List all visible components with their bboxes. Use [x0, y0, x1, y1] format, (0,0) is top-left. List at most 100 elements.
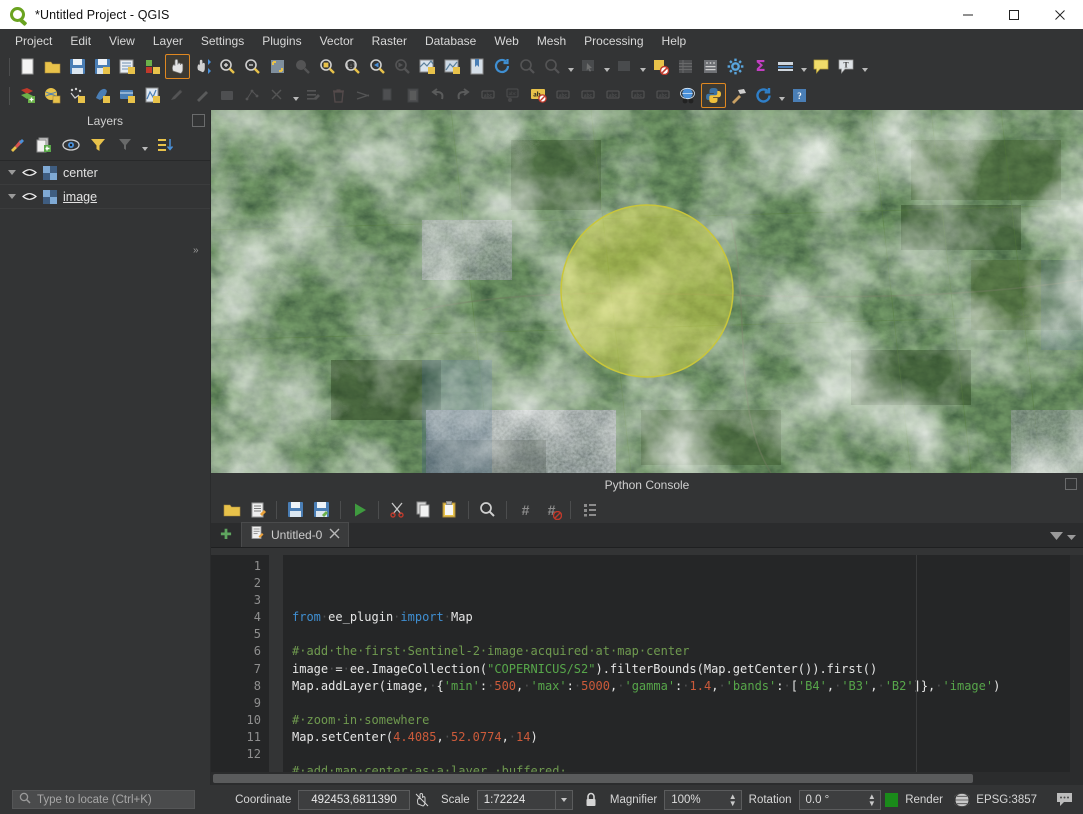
help-contents-icon[interactable]: ? — [787, 83, 812, 108]
filter-legend-dropdown-icon[interactable] — [139, 133, 150, 158]
filter-legend-icon[interactable] — [85, 133, 110, 157]
save-layer-edits-icon[interactable] — [215, 83, 240, 108]
close-tab-icon[interactable] — [329, 526, 340, 544]
pin-labels-icon[interactable]: abc — [501, 83, 526, 108]
code-line[interactable] — [292, 695, 1083, 712]
panel-overflow-icon[interactable]: » — [193, 245, 198, 256]
editor-horizontal-scrollbar[interactable] — [211, 772, 1083, 785]
new-script-editor-icon[interactable] — [245, 497, 270, 522]
data-source-manager-icon[interactable] — [773, 54, 798, 79]
zoom-selection-icon[interactable] — [290, 54, 315, 79]
multi-edit-icon[interactable] — [301, 83, 326, 108]
filter-legend-by-expression-icon[interactable] — [112, 133, 137, 157]
save-project-as-icon[interactable] — [90, 54, 115, 79]
zoom-out-icon[interactable] — [240, 54, 265, 79]
copy-features-icon[interactable] — [376, 83, 401, 108]
map-canvas[interactable] — [211, 110, 1083, 473]
cut-icon[interactable] — [385, 497, 410, 522]
new-project-icon[interactable] — [15, 54, 40, 79]
save-project-icon[interactable] — [65, 54, 90, 79]
add-feature-icon[interactable] — [190, 83, 215, 108]
toggle-extents-icon[interactable] — [414, 791, 430, 808]
menu-settings[interactable]: Settings — [192, 31, 253, 51]
add-postgis-layer-icon[interactable] — [90, 83, 115, 108]
text-annotation-icon[interactable]: T — [834, 54, 859, 79]
menu-web[interactable]: Web — [485, 31, 527, 51]
layer-row-image[interactable]: image — [0, 185, 210, 209]
close-button[interactable] — [1037, 0, 1083, 29]
undo-icon[interactable] — [426, 83, 451, 108]
add-tab-icon[interactable]: ✚ — [211, 522, 241, 547]
visibility-eye-icon[interactable] — [22, 167, 37, 178]
render-checkbox[interactable] — [885, 793, 898, 807]
expand-caret-icon[interactable] — [8, 170, 16, 175]
new-map-view-icon[interactable] — [415, 54, 440, 79]
change-label-icon[interactable]: abc — [601, 83, 626, 108]
add-raster-layer-icon[interactable] — [40, 83, 65, 108]
crs-label[interactable]: EPSG:3857 — [976, 794, 1037, 806]
tab-untitled-0[interactable]: Untitled-0 — [241, 522, 349, 547]
menu-edit[interactable]: Edit — [61, 31, 100, 51]
deselect-features-icon[interactable] — [648, 54, 673, 79]
georeferencer-icon-dropdown-icon[interactable] — [776, 83, 787, 108]
map-tips-icon[interactable] — [809, 54, 834, 79]
code-line[interactable]: Map.addLayer(image,·{'min':·500,·'max':·… — [292, 678, 1083, 695]
zoom-native-icon[interactable]: 1:1 — [340, 54, 365, 79]
crs-globe-icon[interactable] — [954, 791, 970, 808]
copy-icon[interactable] — [411, 497, 436, 522]
menu-view[interactable]: View — [100, 31, 144, 51]
highlight-labels-icon[interactable]: ab — [526, 83, 551, 108]
code-line[interactable]: from·ee_plugin·import·Map — [292, 609, 1083, 626]
scale-value[interactable]: 1:72224 — [477, 790, 556, 810]
menu-processing[interactable]: Processing — [575, 31, 652, 51]
metasearch-icon[interactable] — [676, 83, 701, 108]
tab-list-icon[interactable] — [1049, 529, 1064, 547]
paste-icon[interactable] — [437, 497, 462, 522]
find-text-icon[interactable] — [475, 497, 500, 522]
show-hide-labels-icon[interactable]: abc — [626, 83, 651, 108]
menu-project[interactable]: Project — [6, 31, 61, 51]
label-properties-icon[interactable]: abc — [651, 83, 676, 108]
python-code-editor[interactable]: 123456789101112 from·ee_plugin·import·Ma… — [211, 555, 1083, 785]
code-line[interactable] — [292, 746, 1083, 763]
select-features-icon-dropdown-icon[interactable] — [601, 54, 612, 79]
code-line[interactable]: Map.setCenter(4.4085,·52.0774,·14) — [292, 729, 1083, 746]
comment-icon[interactable]: # — [513, 497, 538, 522]
plugin-builder-icon[interactable] — [726, 83, 751, 108]
identify-features-icon[interactable] — [515, 54, 540, 79]
statistical-summary-icon[interactable] — [698, 54, 723, 79]
code-line[interactable]: image·=·ee.ImageCollection("COPERNICUS/S… — [292, 661, 1083, 678]
measure-line-icon-dropdown-icon[interactable] — [565, 54, 576, 79]
zoom-next-icon[interactable] — [390, 54, 415, 79]
expand-caret-icon[interactable] — [8, 194, 16, 199]
code-line[interactable]: #·add·the·first·Sentinel-2·image·acquire… — [292, 643, 1083, 660]
select-value-icon[interactable] — [612, 54, 637, 79]
georeferencer-icon[interactable] — [751, 83, 776, 108]
zoom-last-icon[interactable] — [365, 54, 390, 79]
add-group-icon[interactable] — [31, 133, 56, 157]
style-manager-icon[interactable] — [140, 54, 165, 79]
menu-vector[interactable]: Vector — [311, 31, 363, 51]
code-line[interactable]: #·zoom·in·somewhere — [292, 712, 1083, 729]
toggle-editing-icon[interactable] — [165, 83, 190, 108]
rotate-label-icon[interactable]: abc — [576, 83, 601, 108]
rotation-value[interactable]: 0.0 ° ▲▼ — [799, 790, 881, 810]
magnifier-spinner-icon[interactable]: ▲▼ — [729, 793, 737, 807]
modify-attributes-icon[interactable] — [265, 83, 290, 108]
show-bookmarks-icon[interactable] — [465, 54, 490, 79]
save-script-icon[interactable] — [283, 497, 308, 522]
add-delimited-text-layer-icon[interactable] — [65, 83, 90, 108]
maximize-button[interactable] — [991, 0, 1037, 29]
open-layer-styling-panel-icon[interactable] — [4, 133, 29, 157]
visibility-eye-icon[interactable] — [22, 191, 37, 202]
select-value-icon-dropdown-icon[interactable] — [637, 54, 648, 79]
measure-line-icon[interactable] — [540, 54, 565, 79]
vertex-tool-icon[interactable] — [240, 83, 265, 108]
expand-all-icon[interactable] — [152, 133, 177, 157]
move-label-icon[interactable]: abc — [551, 83, 576, 108]
rotation-spinner-icon[interactable]: ▲▼ — [868, 793, 876, 807]
select-features-icon[interactable] — [576, 54, 601, 79]
python-console-icon[interactable] — [701, 83, 726, 108]
pan-map-icon[interactable] — [165, 54, 190, 79]
lock-icon[interactable] — [583, 791, 599, 808]
